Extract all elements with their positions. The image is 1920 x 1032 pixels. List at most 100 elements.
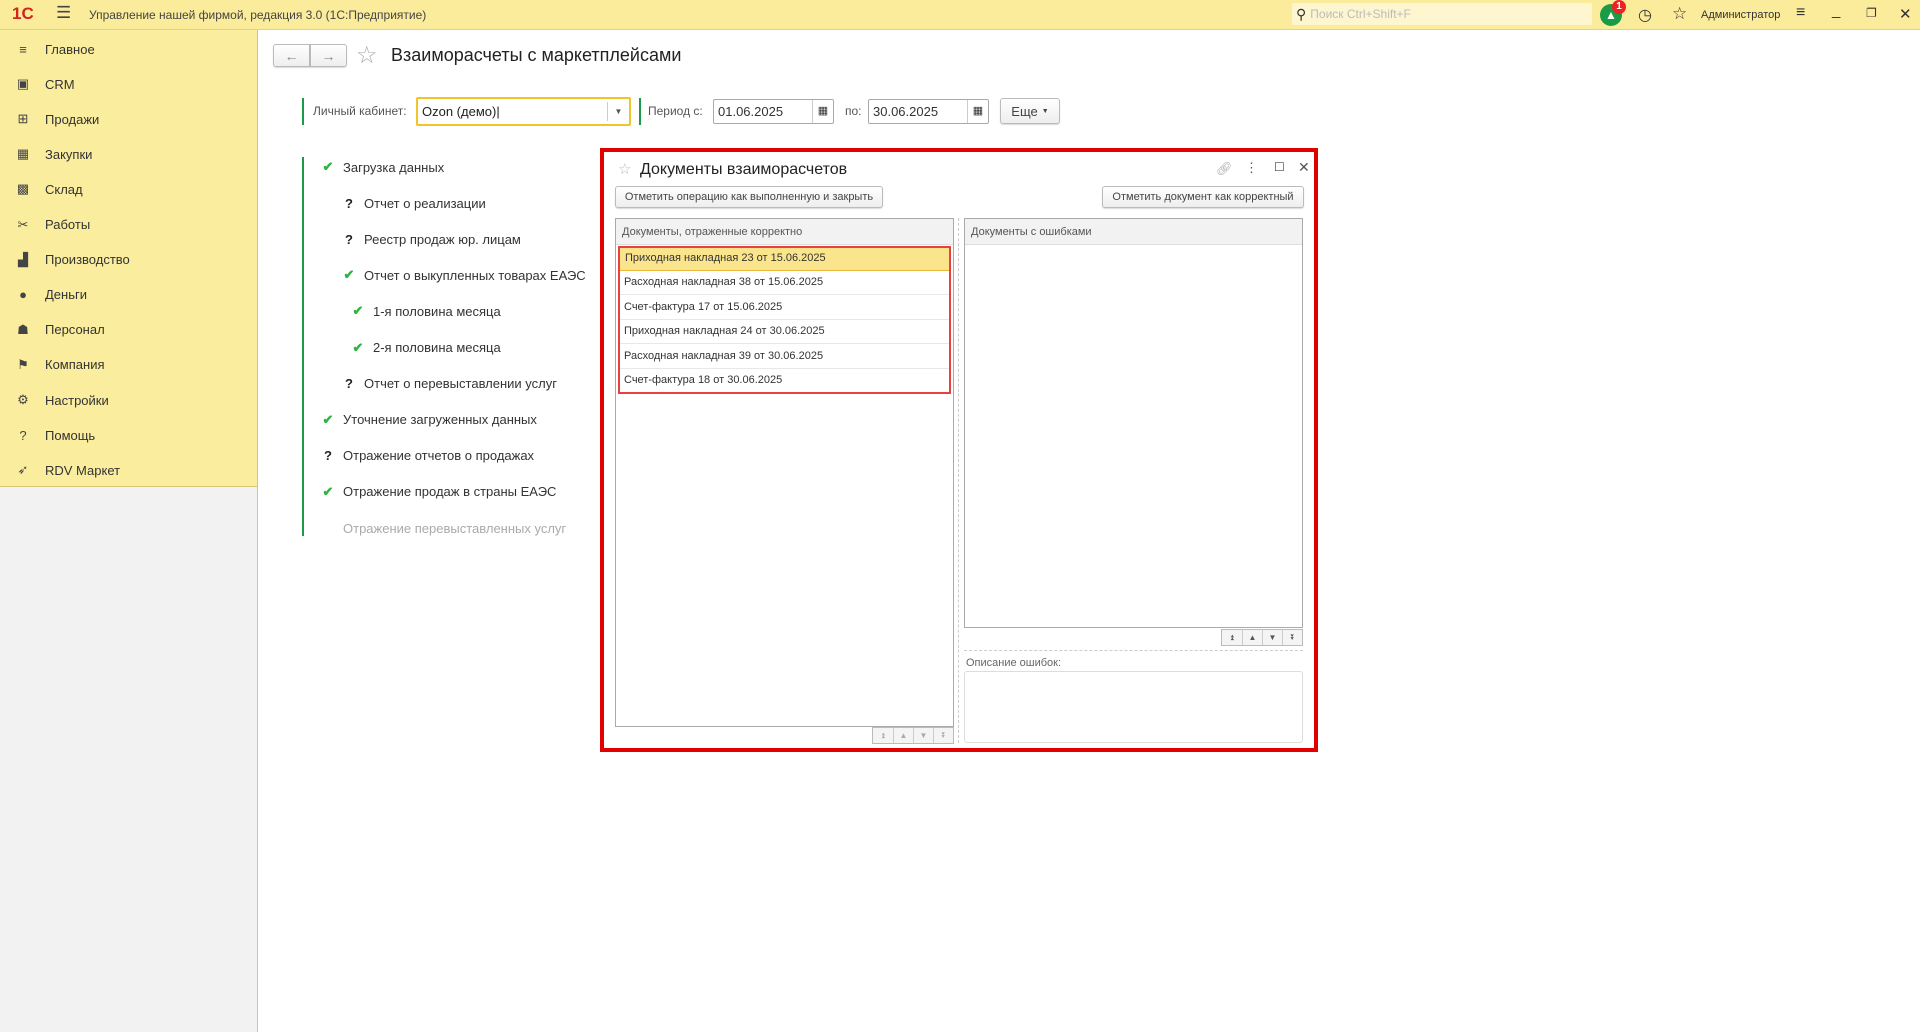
errors-desc-textarea[interactable] <box>964 671 1303 743</box>
basket-icon: ⊞ <box>17 111 29 127</box>
dialog-title: Документы взаиморасчетов <box>640 161 848 178</box>
step-item[interactable]: ? Отражение отчетов о продажах <box>321 446 534 466</box>
money-icon: ● <box>19 287 27 303</box>
sidebar-item[interactable]: ▣ CRM <box>0 67 257 101</box>
sidebar-item-label: Помощь <box>45 427 96 443</box>
sidebar-item[interactable]: ● Деньги <box>0 278 257 312</box>
history-icon[interactable]: ◷ <box>1638 5 1652 25</box>
more-actions-icon[interactable]: ⋮ <box>1245 160 1258 176</box>
warehouse-icon: ▩ <box>16 181 30 197</box>
top-bar: 1С ☰ Управление нашей фирмой, редакция 3… <box>0 0 1920 30</box>
sidebar-item[interactable]: ⚑ Компания <box>0 348 257 382</box>
period-to-input[interactable]: 30.06.2025 ▦ <box>868 99 989 124</box>
sidebar-item[interactable]: ➶ RDV Маркет <box>0 453 257 487</box>
calendar-icon[interactable]: ▦ <box>812 100 833 123</box>
crm-icon: ▣ <box>16 76 30 92</box>
maximize-icon[interactable]: ☐ <box>1274 160 1285 174</box>
favorites-star-icon[interactable]: ☆ <box>1672 4 1687 24</box>
check-icon: ✔ <box>352 303 364 319</box>
divider <box>964 650 1303 651</box>
logo: 1С <box>12 4 34 23</box>
sidebar-item[interactable]: ? Помощь <box>0 418 257 452</box>
step-label: Отражение отчетов о продажах <box>343 448 535 464</box>
splitter[interactable] <box>958 218 959 743</box>
cabinet-select[interactable]: Ozon (демо) | ▼ <box>416 97 631 126</box>
sidebar-item[interactable]: ▟ Производство <box>0 243 257 277</box>
favorite-star-icon[interactable]: ☆ <box>356 41 378 70</box>
people-icon: ☗ <box>17 321 29 337</box>
sidebar-item[interactable]: ✂ Работы <box>0 208 257 242</box>
check-icon: ✔ <box>343 267 355 283</box>
sidebar-item-label: Компания <box>45 357 105 373</box>
table-row[interactable]: Счет-фактура 17 от 15.06.2025 <box>618 295 951 320</box>
sidebar-item[interactable]: ≡ Главное <box>0 32 257 66</box>
more-button[interactable]: Еще ▼ <box>1000 98 1060 124</box>
step-label: 2-я половина месяца <box>373 340 501 355</box>
minimize-icon[interactable]: _ <box>1832 2 1840 19</box>
step-item[interactable]: ? Реестр продаж юр. лицам <box>342 229 521 249</box>
table-row[interactable]: Приходная накладная 23 от 15.06.2025 <box>618 246 951 271</box>
sidebar-item-label: Производство <box>45 252 130 268</box>
step-label: Отчет о реализации <box>364 195 486 211</box>
calendar-icon[interactable]: ▦ <box>967 100 988 123</box>
sidebar-item[interactable]: ☗ Персонал <box>0 313 257 347</box>
field-group-bar <box>302 98 304 125</box>
errors-desc-label: Описание ошибок: <box>966 657 1062 669</box>
question-icon: ? <box>345 195 353 211</box>
table-row[interactable]: Расходная накладная 39 от 30.06.2025 <box>618 344 951 369</box>
sidebar-item[interactable]: ▦ Закупки <box>0 137 257 171</box>
step-item[interactable]: ✔ Отчет о выкупленных товарах ЕАЭС <box>342 265 586 285</box>
error-docs-table[interactable]: Документы с ошибками <box>964 218 1303 628</box>
chevron-down-icon: ▼ <box>1041 107 1049 115</box>
move-first-icon[interactable]: ⏫︎ <box>873 728 893 743</box>
search-input[interactable]: ⚲ Поиск Ctrl+Shift+F <box>1292 3 1592 25</box>
step-label: 1-я половина месяца <box>373 303 501 319</box>
left-pager: ⏫︎ ▲ ▼ ⏬︎ <box>872 727 954 744</box>
hamburger-icon[interactable]: ☰ <box>56 3 71 23</box>
sidebar-item-label: Склад <box>45 181 83 197</box>
back-button[interactable]: ← <box>273 44 310 67</box>
step-item[interactable]: ✔ Загрузка данных <box>321 157 445 177</box>
move-down-icon[interactable]: ▼ <box>1262 630 1282 645</box>
move-up-icon[interactable]: ▲ <box>1242 630 1262 645</box>
step-item[interactable]: ✔ 2-я половина месяца <box>351 338 501 358</box>
step-item[interactable]: ? Отчет о реализации <box>342 193 486 213</box>
sidebar-item-label: Главное <box>45 41 95 57</box>
correct-docs-table[interactable]: Документы, отраженные корректно Приходна… <box>615 218 954 727</box>
step-label: Реестр продаж юр. лицам <box>364 231 521 247</box>
right-pager: ⏫︎ ▲ ▼ ⏬︎ <box>1221 629 1303 646</box>
move-last-icon[interactable]: ⏬︎ <box>1282 630 1302 645</box>
settings-menu-icon[interactable]: ≡ <box>1796 4 1805 22</box>
link-icon[interactable]: 🔗︎ <box>1216 161 1233 177</box>
chevron-down-icon[interactable]: ▼ <box>607 102 629 121</box>
sidebar: ≡ Главное ▣ CRM ⊞ Продажи ▦ Закупки ▩ Склад ✂ Работ… <box>0 30 258 1032</box>
step-item[interactable]: ? Отчет о перевыставлении услуг <box>342 374 557 394</box>
step-item[interactable]: ✔ Уточнение загруженных данных <box>321 410 537 430</box>
move-last-icon[interactable]: ⏬︎ <box>933 728 953 743</box>
table-row[interactable]: Счет-фактура 18 от 30.06.2025 <box>618 369 951 393</box>
sidebar-item-label: Деньги <box>45 287 87 303</box>
mark-done-button[interactable]: Отметить операцию как выполненную и закр… <box>615 186 883 208</box>
table-row[interactable]: Расходная накладная 38 от 15.06.2025 <box>618 271 951 295</box>
step-item[interactable]: Отражение перевыставленных услуг <box>321 518 566 538</box>
forward-button[interactable]: → <box>310 44 347 67</box>
step-label: Отчет о выкупленных товарах ЕАЭС <box>364 267 586 283</box>
user-name[interactable]: Администратор <box>1701 9 1780 21</box>
table-row[interactable]: Приходная накладная 24 от 30.06.2025 <box>618 320 951 344</box>
sidebar-item[interactable]: ⚙ Настройки <box>0 383 257 417</box>
step-item[interactable]: ✔ 1-я половина месяца <box>351 301 501 321</box>
move-down-icon[interactable]: ▼ <box>913 728 933 743</box>
sidebar-item[interactable]: ⊞ Продажи <box>0 102 257 136</box>
restore-icon[interactable]: ❐ <box>1866 6 1877 20</box>
move-up-icon[interactable]: ▲ <box>893 728 913 743</box>
move-first-icon[interactable]: ⏫︎ <box>1222 630 1242 645</box>
sidebar-item[interactable]: ▩ Склад <box>0 172 257 206</box>
mark-correct-button[interactable]: Отметить документ как корректный <box>1102 186 1304 208</box>
question-icon: ? <box>324 448 332 464</box>
dialog-star-icon[interactable]: ☆ <box>618 160 631 178</box>
dialog-close-icon[interactable]: ✕ <box>1298 159 1310 176</box>
close-icon[interactable]: ✕ <box>1899 5 1912 23</box>
step-item[interactable]: ✔ Отражение продаж в страны ЕАЭС <box>321 482 557 502</box>
app-title: Управление нашей фирмой, редакция 3.0 (1… <box>89 8 427 22</box>
period-from-input[interactable]: 01.06.2025 ▦ <box>713 99 834 124</box>
